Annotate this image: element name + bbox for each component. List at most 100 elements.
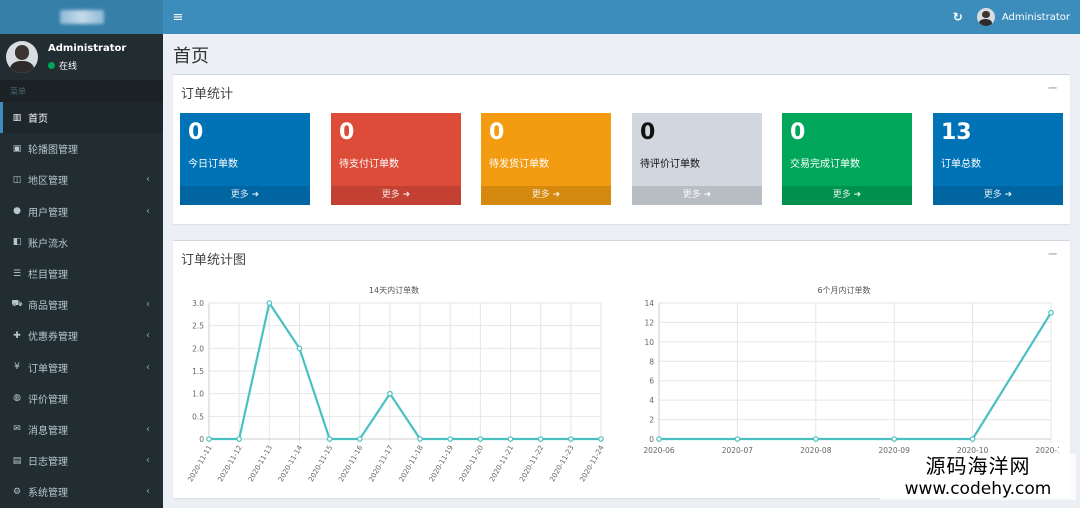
x-tick-label: 2020-11-15 [307, 444, 334, 483]
x-tick-label: 2020-08 [800, 446, 832, 455]
watermark-title: 源码海洋网 [925, 454, 1031, 478]
chart-title: 6个月内订单数 [817, 285, 870, 295]
data-point [969, 436, 976, 442]
user-menu[interactable]: Administrator [971, 8, 1080, 26]
stat-label: 订单总数 [941, 159, 981, 170]
y-tick-label: 1.5 [192, 367, 204, 376]
data-point [266, 300, 273, 306]
more-link[interactable]: 更多 ➜ [933, 186, 1063, 205]
sidebar-item-label: 订单管理 [28, 363, 68, 375]
x-tick-label: 2020-11-17 [367, 444, 394, 483]
logo-image [60, 10, 104, 24]
stat-value: 13 [941, 120, 972, 145]
stat-value: 0 [188, 120, 204, 145]
sidebar-item-log[interactable]: ▤ 日志管理 ‹ [0, 445, 163, 476]
collapse-icon[interactable]: − [1047, 247, 1058, 262]
stat-label: 今日订单数 [188, 159, 238, 170]
data-point [236, 436, 242, 442]
data-point [813, 436, 819, 442]
sidebar-item-book[interactable]: ◧ 账户流水 [0, 227, 163, 258]
book-icon: ◧ [12, 237, 22, 248]
x-tick-label: 2020-07 [722, 446, 754, 455]
map-icon: ◫ [12, 174, 22, 185]
stat-label: 待发货订单数 [489, 159, 549, 170]
stat-value: 0 [790, 120, 806, 145]
y-tick-label: 0.5 [192, 412, 204, 421]
box-title: 订单统计图 [181, 253, 247, 268]
watermark-url: www.codehy.com [904, 479, 1052, 499]
chevron-left-icon: ‹ [146, 455, 150, 467]
sidebar-item-map[interactable]: ◫ 地区管理 ‹ [0, 164, 163, 195]
sidebar-item-bar-chart[interactable]: ▥ 首页 [0, 102, 163, 134]
data-point [568, 436, 574, 442]
app-logo[interactable] [0, 0, 163, 34]
user-status: 在线 [48, 59, 126, 72]
status-text: 在线 [59, 61, 78, 72]
y-tick-label: 2.5 [192, 322, 204, 331]
sidebar-item-label: 首页 [28, 114, 48, 126]
sidebar-item-gear[interactable]: ⚙ 系统管理 ‹ [0, 476, 163, 507]
chevron-left-icon: ‹ [146, 361, 150, 373]
menu-header: 菜单 [0, 80, 163, 102]
menu-toggle-icon[interactable]: ≡ [163, 10, 193, 25]
box-title: 订单统计 [181, 87, 234, 102]
sidebar-item-label: 系统管理 [28, 488, 68, 500]
more-link[interactable]: 更多 ➜ [331, 186, 461, 205]
stat-card: 0 待发货订单数更多 ➜ [481, 113, 611, 205]
data-point [206, 436, 212, 442]
y-tick-label: 0 [649, 435, 654, 444]
collapse-icon[interactable]: − [1047, 81, 1058, 96]
sidebar-item-yen[interactable]: ¥ 订单管理 ‹ [0, 352, 163, 383]
x-tick-label: 2020-11-20 [458, 444, 485, 483]
y-tick-label: 4 [649, 396, 654, 405]
sidebar-item-list[interactable]: ☰ 栏目管理 [0, 258, 163, 289]
page-title: 首页 [173, 46, 209, 67]
y-tick-label: 2 [649, 416, 654, 425]
yen-icon: ¥ [14, 362, 20, 373]
y-tick-label: 6 [649, 377, 654, 386]
sidebar-nav: ▥ 首页 ▣ 轮播图管理 ◫ 地区管理 ‹ ● 用户管理 ‹ ◧ 账户流水 ☰ 栏目管理 ⛟ 商品管理 ‹ ✚ 优惠… [0, 102, 163, 507]
cart-icon: ⛟ [11, 299, 23, 310]
sidebar-item-comments[interactable]: ◍ 评价管理 [0, 383, 163, 414]
sidebar-item-label: 栏目管理 [28, 270, 68, 282]
sidebar-item-image[interactable]: ▣ 轮播图管理 [0, 133, 163, 164]
more-link[interactable]: 更多 ➜ [481, 186, 611, 205]
watermark: 源码海洋网 www.codehy.com [880, 454, 1076, 500]
more-link[interactable]: 更多 ➜ [180, 186, 310, 205]
x-tick-label: 2020-11-19 [428, 444, 455, 483]
gear-icon: ⚙ [12, 486, 22, 497]
y-tick-label: 2.0 [192, 344, 204, 353]
x-tick-label: 2020-11-18 [398, 444, 425, 483]
data-point [507, 436, 514, 442]
sidebar-item-gift[interactable]: ✚ 优惠券管理 ‹ [0, 320, 163, 351]
stat-label: 交易完成订单数 [790, 159, 860, 170]
sidebar-item-envelope[interactable]: ✉ 消息管理 ‹ [0, 414, 163, 445]
stat-value: 0 [489, 120, 505, 145]
avatar [976, 8, 995, 26]
stat-card: 13 订单总数更多 ➜ [933, 113, 1063, 205]
sidebar-item-user[interactable]: ● 用户管理 ‹ [0, 196, 163, 227]
user-icon: ● [13, 206, 21, 217]
more-link[interactable]: 更多 ➜ [782, 186, 912, 205]
sidebar-item-label: 地区管理 [28, 176, 68, 188]
sidebar-item-label: 消息管理 [28, 425, 68, 437]
chart-14-days: 14天内订单数 0 0.5 1.0 1.5 2.0 2.5 3.0 2020-11-11 2020… [179, 279, 609, 497]
stat-label: 待评价订单数 [640, 159, 700, 170]
chevron-left-icon: ‹ [146, 486, 150, 498]
data-point [447, 436, 454, 442]
y-tick-label: 10 [644, 338, 654, 347]
list-icon: ☰ [12, 268, 22, 279]
sidebar-item-cart[interactable]: ⛟ 商品管理 ‹ [0, 289, 163, 320]
x-tick-label: 2020-06 [643, 446, 675, 455]
data-point [537, 436, 544, 442]
sidebar-item-label: 商品管理 [28, 301, 68, 313]
refresh-icon[interactable]: ↻ [945, 10, 971, 24]
more-link[interactable]: 更多 ➜ [632, 186, 762, 205]
stat-card: 0 交易完成订单数更多 ➜ [782, 113, 912, 205]
x-tick-label: 2020-11-14 [277, 444, 305, 484]
x-tick-label: 2020-11-23 [548, 444, 575, 483]
data-point [326, 436, 333, 442]
data-point [417, 436, 423, 442]
image-icon: ▣ [12, 143, 22, 154]
x-tick-label: 2020-11-16 [337, 444, 365, 484]
